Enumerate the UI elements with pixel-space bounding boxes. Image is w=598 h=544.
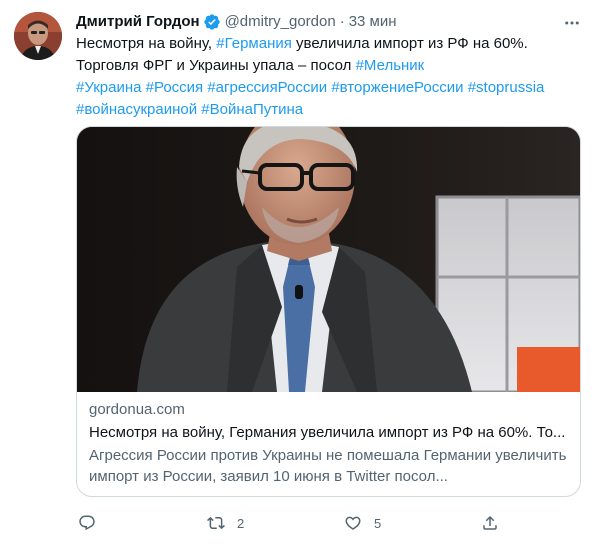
card-title: Несмотря на войну, Германия увеличила им… bbox=[89, 424, 566, 441]
tweet-timestamp[interactable]: 33 мин bbox=[349, 12, 397, 32]
heart-icon bbox=[345, 516, 361, 530]
hashtag-link[interactable]: #войнасукраиной bbox=[76, 101, 197, 118]
like-count: 5 bbox=[374, 515, 382, 531]
tweet-text-line-4: #войнасукраиной #ВойнаПутина bbox=[76, 99, 581, 121]
card-domain: gordonua.com bbox=[89, 401, 185, 418]
hashtag-link[interactable]: #Украина bbox=[76, 79, 141, 96]
avatar[interactable] bbox=[14, 12, 62, 60]
hashtag-link[interactable]: #Россия bbox=[146, 79, 204, 96]
display-name[interactable]: Дмитрий Гордон bbox=[76, 12, 200, 32]
tweet-header: Дмитрий Гордон @dmitry_gordon · 33 мин bbox=[76, 12, 397, 32]
tweet-text: Несмотря на войну, #Германия увеличила и… bbox=[76, 33, 581, 121]
reply-button[interactable] bbox=[78, 510, 108, 536]
reply-icon bbox=[79, 515, 95, 531]
text-segment: Несмотря на войну, bbox=[76, 35, 217, 52]
tweet[interactable]: Дмитрий Гордон @dmitry_gordon · 33 мин Н… bbox=[0, 0, 598, 544]
retweet-button[interactable]: 2 bbox=[207, 510, 244, 536]
hashtag-link[interactable]: #Германия bbox=[216, 35, 292, 52]
hashtag-link[interactable]: #Мельник bbox=[356, 57, 425, 74]
author-handle[interactable]: @dmitry_gordon bbox=[225, 12, 336, 32]
hashtag-link[interactable]: #вторжениеРоссии bbox=[331, 79, 463, 96]
card-description-line: Агрессия России против Украины не помеша… bbox=[89, 447, 567, 464]
verified-badge-icon bbox=[203, 13, 221, 31]
hashtag-link[interactable]: #агрессияРоссии bbox=[207, 79, 327, 96]
text-segment: Торговля ФРГ и Украины упала – посол bbox=[76, 57, 356, 74]
like-button[interactable]: 5 bbox=[344, 510, 381, 536]
text-segment: увеличила импорт из РФ на 60%. bbox=[291, 35, 528, 52]
hashtag-link[interactable]: #ВойнаПутина bbox=[201, 101, 303, 118]
tweet-text-line-2: Торговля ФРГ и Украины упала – посол #Ме… bbox=[76, 55, 581, 77]
more-options-icon bbox=[565, 21, 579, 25]
avatar-photo bbox=[14, 12, 62, 60]
tweet-text-line-1: Несмотря на войну, #Германия увеличила и… bbox=[76, 33, 581, 55]
card-description-line: импорт из России, заявил 10 июня в Twitt… bbox=[89, 468, 448, 485]
link-preview-card[interactable]: gordonua.com Несмотря на войну, Германия… bbox=[76, 126, 581, 497]
separator-dot: · bbox=[339, 13, 345, 30]
tweet-text-line-3: #Украина #Россия #агрессияРоссии #вторже… bbox=[76, 77, 581, 99]
card-description: Агрессия России против Украины не помеша… bbox=[89, 445, 570, 487]
tweet-actions: 2 5 bbox=[76, 510, 516, 536]
share-icon bbox=[483, 515, 497, 530]
more-options-button[interactable] bbox=[561, 12, 583, 34]
retweet-count: 2 bbox=[237, 515, 245, 531]
card-image bbox=[77, 127, 580, 392]
share-button[interactable] bbox=[481, 510, 499, 536]
retweet-icon bbox=[207, 516, 225, 530]
card-body: gordonua.com Несмотря на войну, Германия… bbox=[89, 400, 570, 487]
hashtag-link[interactable]: #stoprussia bbox=[468, 79, 545, 96]
